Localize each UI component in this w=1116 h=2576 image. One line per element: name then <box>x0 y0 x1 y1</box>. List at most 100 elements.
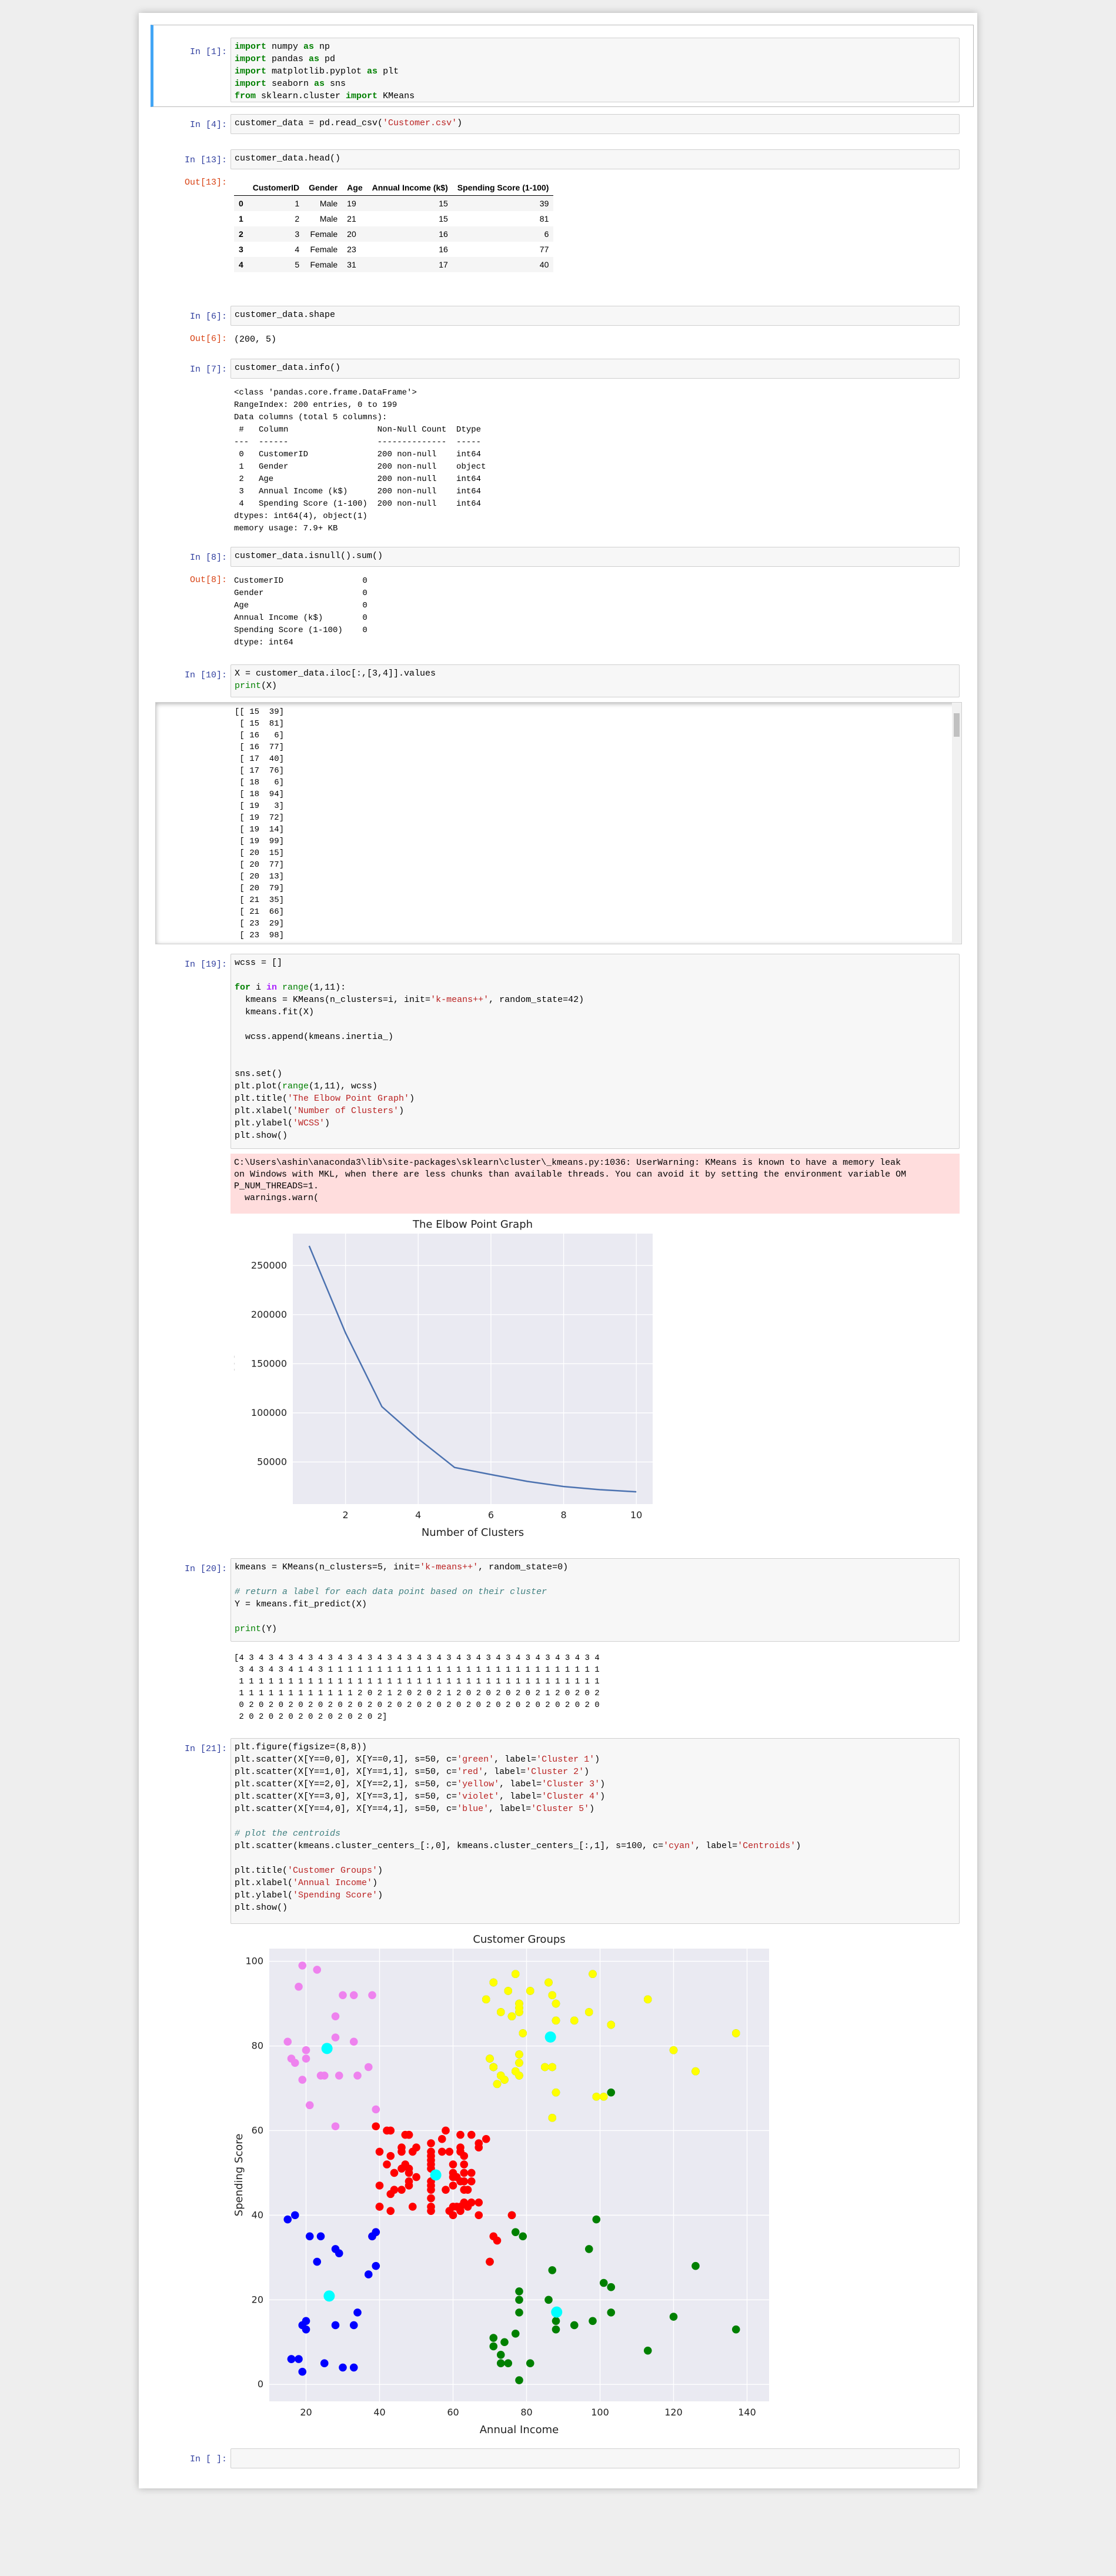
x-axis-label: Annual Income <box>480 2424 559 2436</box>
scatter-point-green <box>548 2266 557 2274</box>
scatter-point-red <box>493 2236 502 2245</box>
empty-code-cell[interactable]: In [ ]: <box>139 2447 977 2477</box>
table-cell: 16 <box>439 245 448 254</box>
cell-prompt: In [19]: <box>184 960 227 970</box>
scatter-point-green <box>731 2325 740 2334</box>
plot-area <box>293 1234 653 1504</box>
scatter-point-green <box>496 2351 505 2359</box>
code-input[interactable]: customer_data.shape <box>230 306 960 326</box>
code-input[interactable] <box>230 2448 960 2468</box>
y-axis-label: Spending Score <box>234 2134 245 2217</box>
table-cell: 19 <box>347 199 356 208</box>
y-tick-label: 150000 <box>251 1358 287 1369</box>
table-cell: 39 <box>539 199 549 208</box>
code-cell-head[interactable]: In [13]: customer_data.head() Out[13]: C… <box>139 140 977 293</box>
scatter-point-red <box>456 2130 465 2139</box>
scatter-point-red <box>437 2147 446 2156</box>
scatter-point-red <box>427 2147 435 2156</box>
scatter-point-yellow <box>592 2093 601 2101</box>
scatter-point-green <box>570 2321 579 2330</box>
scatter-point-yellow <box>515 2003 523 2012</box>
table-cell: 17 <box>439 260 448 269</box>
code-cell-isnull[interactable]: In [8]: customer_data.isnull().sum() Out… <box>139 539 977 656</box>
code-cell-shape[interactable]: In [6]: customer_data.shape Out[6]: (200… <box>139 294 977 353</box>
scatter-point-red <box>386 2126 395 2135</box>
x-tick-label: 10 <box>630 1509 642 1521</box>
x-tick-label: 2 <box>343 1509 349 1521</box>
scatter-point-red <box>442 2126 450 2135</box>
x-axis-label: Number of Clusters <box>422 1526 524 1539</box>
scatter-point-red <box>460 2160 469 2169</box>
scatter-point-yellow <box>544 1978 553 1987</box>
scatter-point-violet <box>368 1991 376 1999</box>
table-cell: 3 <box>295 229 300 239</box>
scatter-point-yellow <box>548 2114 557 2122</box>
scatter-point-violet <box>320 2072 329 2080</box>
scatter-point-red <box>386 2151 395 2160</box>
y-tick-label: 50000 <box>257 1456 287 1467</box>
scatter-point-red <box>445 2147 454 2156</box>
code-input[interactable]: import numpy as np import pandas as pd i… <box>230 38 960 102</box>
code-input[interactable]: X = customer_data.iloc[:,[3,4]].values p… <box>230 664 960 697</box>
column-header: Gender <box>304 180 343 196</box>
code-input[interactable]: wcss = [] for i in range(1,11): kmeans =… <box>230 954 960 1149</box>
head-dataframe: CustomerID Gender Age Annual Income (k$)… <box>234 180 554 272</box>
code-input[interactable]: customer_data.isnull().sum() <box>230 547 960 567</box>
scatter-point-yellow <box>643 1995 652 2004</box>
scatter-point-red <box>475 2211 483 2220</box>
y-tick-label: 200000 <box>251 1309 287 1320</box>
table-row: 0 1 Male 19 15 39 <box>234 195 554 211</box>
scatter-point-yellow <box>489 1978 498 1987</box>
table-cell: 21 <box>347 214 356 223</box>
code-input[interactable]: kmeans = KMeans(n_clusters=5, init='k-me… <box>230 1558 960 1642</box>
scatter-point-violet <box>298 2076 307 2084</box>
table-cell: 77 <box>539 245 549 254</box>
y-axis-label: WCSS <box>234 1353 237 1384</box>
code-input[interactable]: customer_data = pd.read_csv('Customer.cs… <box>230 114 960 134</box>
scatter-point-red <box>427 2207 435 2215</box>
scatter-point-yellow <box>607 2020 616 2029</box>
scatter-point-red <box>460 2169 469 2177</box>
y-tick-label: 60 <box>252 2124 263 2136</box>
table-cell: 15 <box>439 199 448 208</box>
scrollable-output[interactable]: [[ 15 39] [ 15 81] [ 16 6] [ 16 77] [ 17… <box>155 702 962 944</box>
cell-prompt: In [13]: <box>184 155 227 165</box>
y-tick-label: 40 <box>252 2209 263 2220</box>
code-input[interactable]: customer_data.info() <box>230 359 960 379</box>
code-cell-predict[interactable]: In [20]: kmeans = KMeans(n_clusters=5, i… <box>139 1550 977 1738</box>
row-index: 4 <box>239 260 243 269</box>
x-tick-label: 140 <box>738 2407 756 2418</box>
scatter-point-violet <box>331 2033 340 2042</box>
customer-groups-chart: 20 40 60 80 100 120 140 0 20 40 60 80 100 Customer Gr… <box>234 1933 769 2436</box>
code-cell-read-csv[interactable]: In [4]: customer_data = pd.read_csv('Cus… <box>139 111 977 138</box>
scatter-point-red <box>405 2130 413 2139</box>
table-cell: 1 <box>295 199 300 208</box>
scatter-point-blue <box>335 2249 343 2257</box>
scatter-point-blue <box>302 2325 310 2334</box>
scatter-point-green <box>669 2313 678 2321</box>
row-index: 0 <box>239 199 243 208</box>
x-tick-label: 20 <box>300 2407 312 2418</box>
scatter-point-green <box>584 2245 593 2253</box>
scatter-point-red <box>456 2143 465 2152</box>
code-cell-elbow[interactable]: In [19]: wcss = [] for i in range(1,11):… <box>139 944 977 1539</box>
scatter-point-green <box>511 2330 520 2338</box>
scatter-point-red <box>475 2143 483 2152</box>
scrollbar-thumb[interactable] <box>954 713 960 737</box>
scatter-point-yellow <box>599 2093 608 2101</box>
code-cell-scatter[interactable]: In [21]: plt.figure(figsize=(8,8)) plt.s… <box>139 1729 977 2458</box>
code-input[interactable]: customer_data.head() <box>230 149 960 169</box>
scatter-point-red <box>412 2173 420 2181</box>
cell-prompt: In [7]: <box>189 365 227 375</box>
code-cell-info[interactable]: In [7]: customer_data.info() <class 'pan… <box>139 358 977 540</box>
cell-prompt: In [20]: <box>184 1564 227 1574</box>
code-cell-values[interactable]: In [10]: X = customer_data.iloc[:,[3,4]]… <box>139 654 977 948</box>
scatter-point-red <box>475 2198 483 2207</box>
scrollbar[interactable] <box>952 703 961 944</box>
scatter-point-red <box>467 2130 476 2139</box>
scatter-point-blue <box>298 2367 307 2376</box>
scatter-point-blue <box>353 2308 362 2317</box>
code-input[interactable]: plt.figure(figsize=(8,8)) plt.scatter(X[… <box>230 1738 960 1924</box>
cell-output: (200, 5) <box>234 335 277 345</box>
code-cell-imports[interactable]: In [1]: import numpy as np import pandas… <box>139 25 977 107</box>
